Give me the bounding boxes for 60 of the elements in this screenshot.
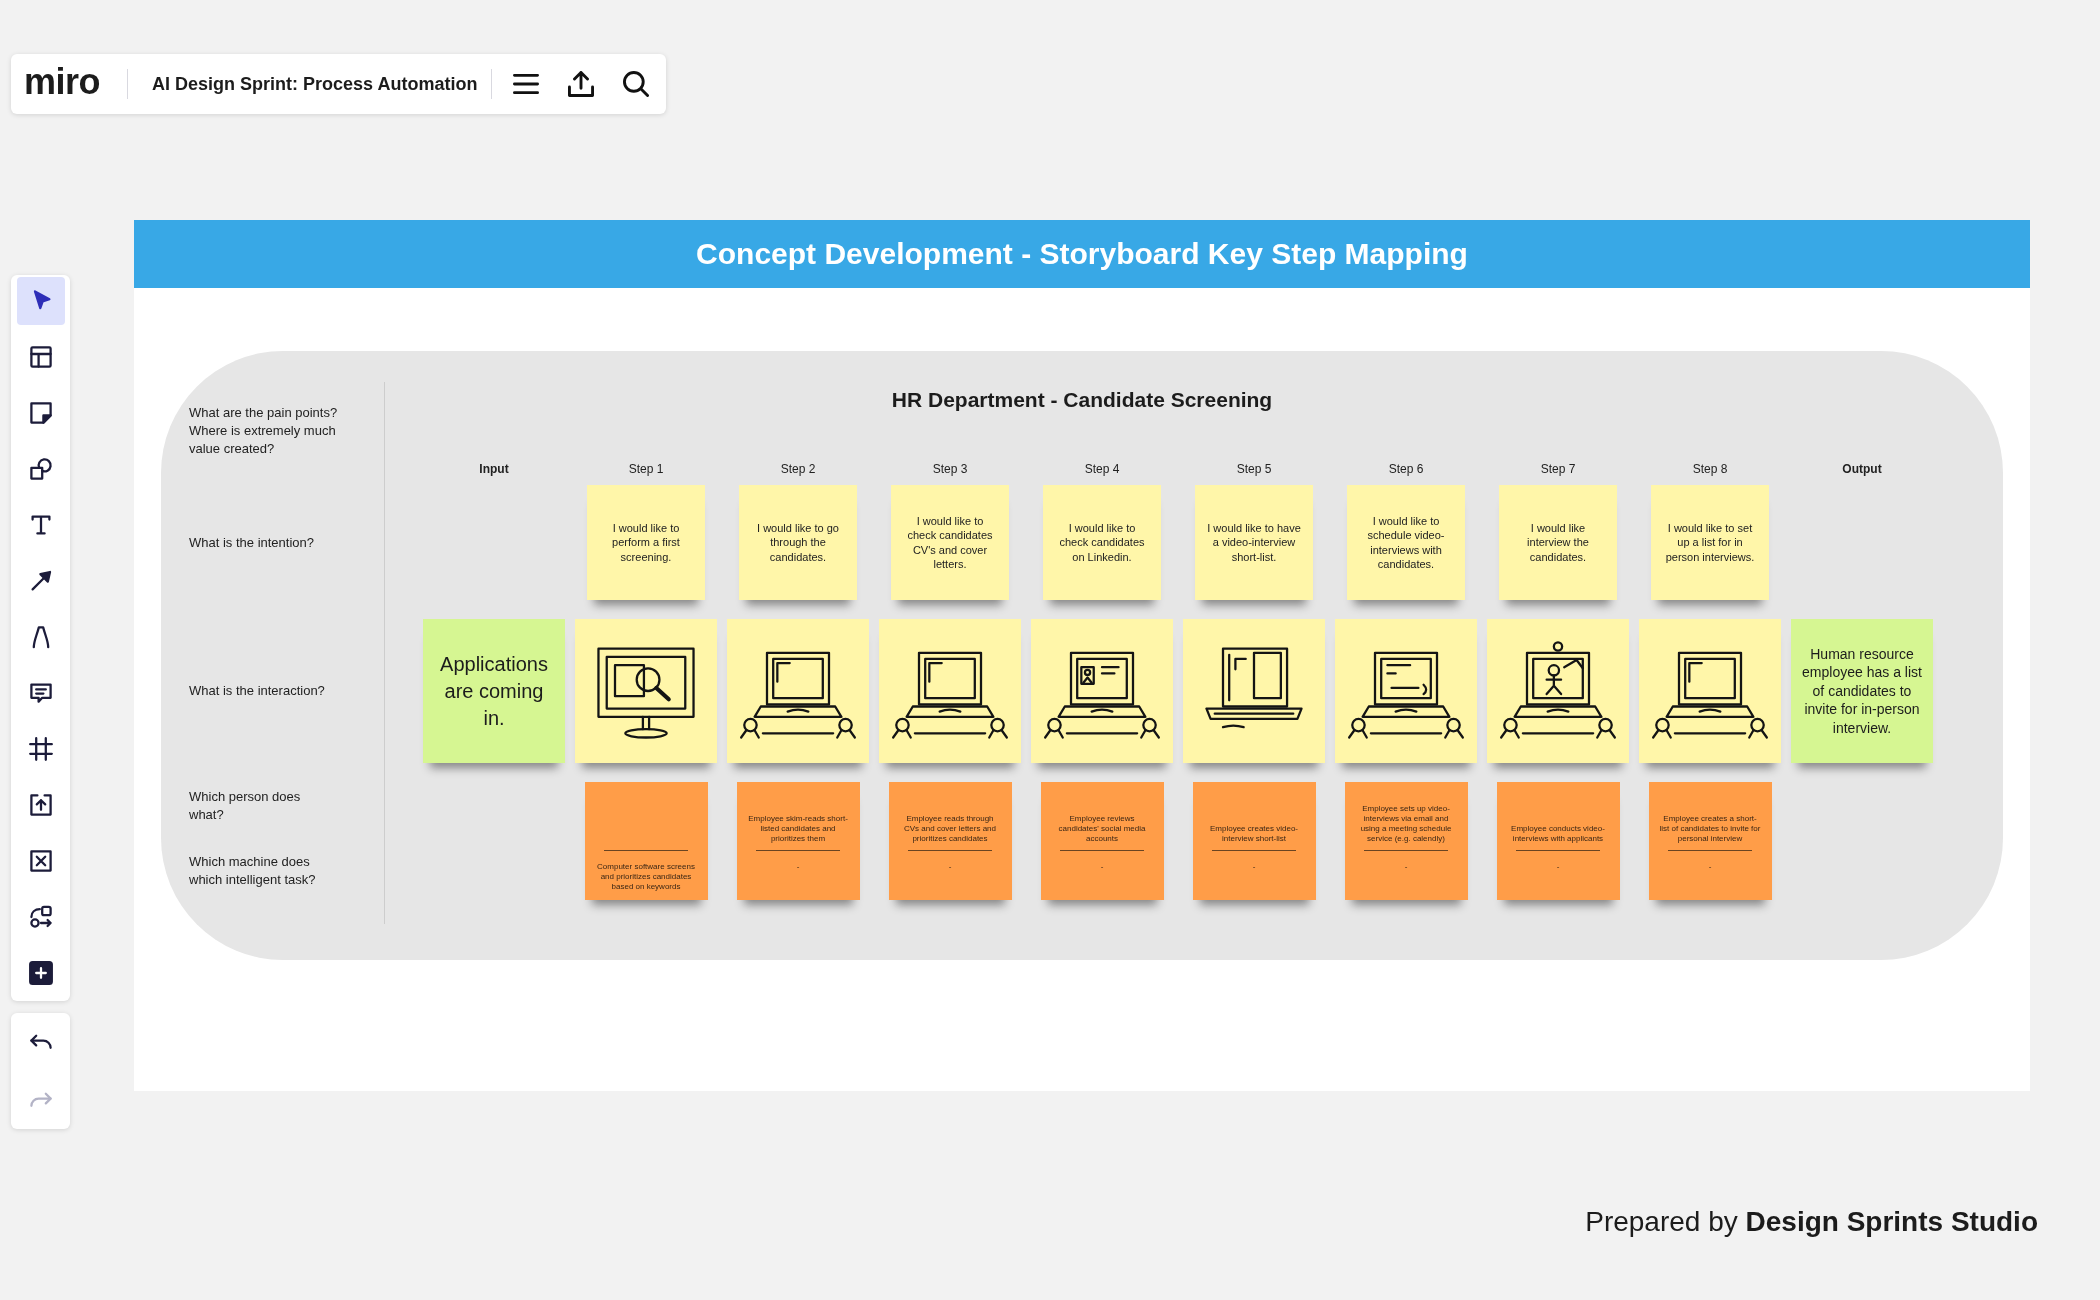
note-text: - [1252,862,1256,872]
board-title: AI Design Sprint: Process Automation [152,73,478,96]
arrow-icon [28,569,53,593]
frame-title: HR Department - Candidate Screening [891,387,1273,413]
note-text: Employee reviews candidates' social media accounts [1057,814,1147,844]
note-text: Applications are coming in. [439,651,549,731]
frame-icon [28,737,53,761]
note-text: Employee creates a short-list of candidates to invite for personal interview [1659,814,1761,844]
note-text: Employee reads through CVs and cover letters and prioritizes candidates [902,814,997,844]
note-text: I would like to have a video-interview short-list. [1207,520,1301,565]
column-heading: Step 3 [932,460,968,477]
note-text: I would like to go through the candidates. [756,520,840,565]
column-heading: Step 4 [1084,460,1120,477]
column-heading: Step 6 [1388,460,1424,477]
column-heading: Output [1842,460,1882,477]
upload-icon [28,793,53,817]
tool-button[interactable] [16,277,65,325]
note-text: I would like to schedule video-interviews with candidates. [1366,513,1446,572]
text-icon [28,513,53,537]
layout-icon [28,345,53,369]
sticky-note-icon [28,401,53,425]
shapes-icon [28,457,53,481]
note-text: I would like to check candidates on Linkedin. [1058,520,1146,565]
row-label: What is the interaction? [189,682,325,700]
plus-icon [28,961,53,985]
note-text: - [796,862,800,872]
note-text: Employee skim-reads short-listed candidates and prioritizes them [747,814,849,844]
column-heading: Step 5 [1236,460,1272,477]
column-heading: Step 7 [1540,460,1576,477]
note-text: - [1100,862,1104,872]
row-label: What are the pain points? Where is extremely much value created? [189,404,339,458]
menu-icon[interactable] [513,71,540,97]
column-heading: Step 2 [780,460,816,477]
note-text: Employee sets up video-interviews via email and using a meeting schedule service (e.g. calendly) [1359,804,1453,844]
banner-title: Concept Development - Storyboard Key Step Mapping [696,236,1468,272]
comment-icon [28,681,53,705]
credit-text: Prepared by Design Sprints Studio [1585,1206,2038,1237]
column-heading: Input [479,460,509,477]
upload-icon[interactable] [568,71,595,97]
column-heading: Step 8 [1692,460,1728,477]
shapes-arrow-icon [28,905,53,929]
note-text: I would like to perform a first screening. [611,520,681,565]
note-text: I would like interview the candidates. [1526,520,1590,565]
note-text: I would like to check candidates CV's and cover letters. [906,513,994,572]
note-text: Employee creates video-interview short-list [1208,824,1299,844]
row-label: Which machine does which intelligent task? [189,853,317,889]
row-label: What is the intention? [189,533,315,552]
note-text: - [1556,862,1560,872]
logo: miro [24,62,100,102]
row-label: Which person does what? [189,788,302,824]
note-text: - [1404,862,1408,872]
note-text: - [1708,862,1712,872]
note-text: Human resource employee has a list of candidates to invite for in-person interview. [1801,644,1923,738]
note-text: - [948,862,952,872]
column-heading: Step 1 [628,460,664,477]
search-icon[interactable] [623,71,650,97]
note-text: Computer software screens and prioritizes candidates based on keywords [596,862,696,892]
x-box-icon [28,849,53,873]
note-text: Employee conducts video-interviews with applicants [1510,824,1606,844]
note-text: I would like to set up a list for in person interviews. [1664,520,1756,565]
